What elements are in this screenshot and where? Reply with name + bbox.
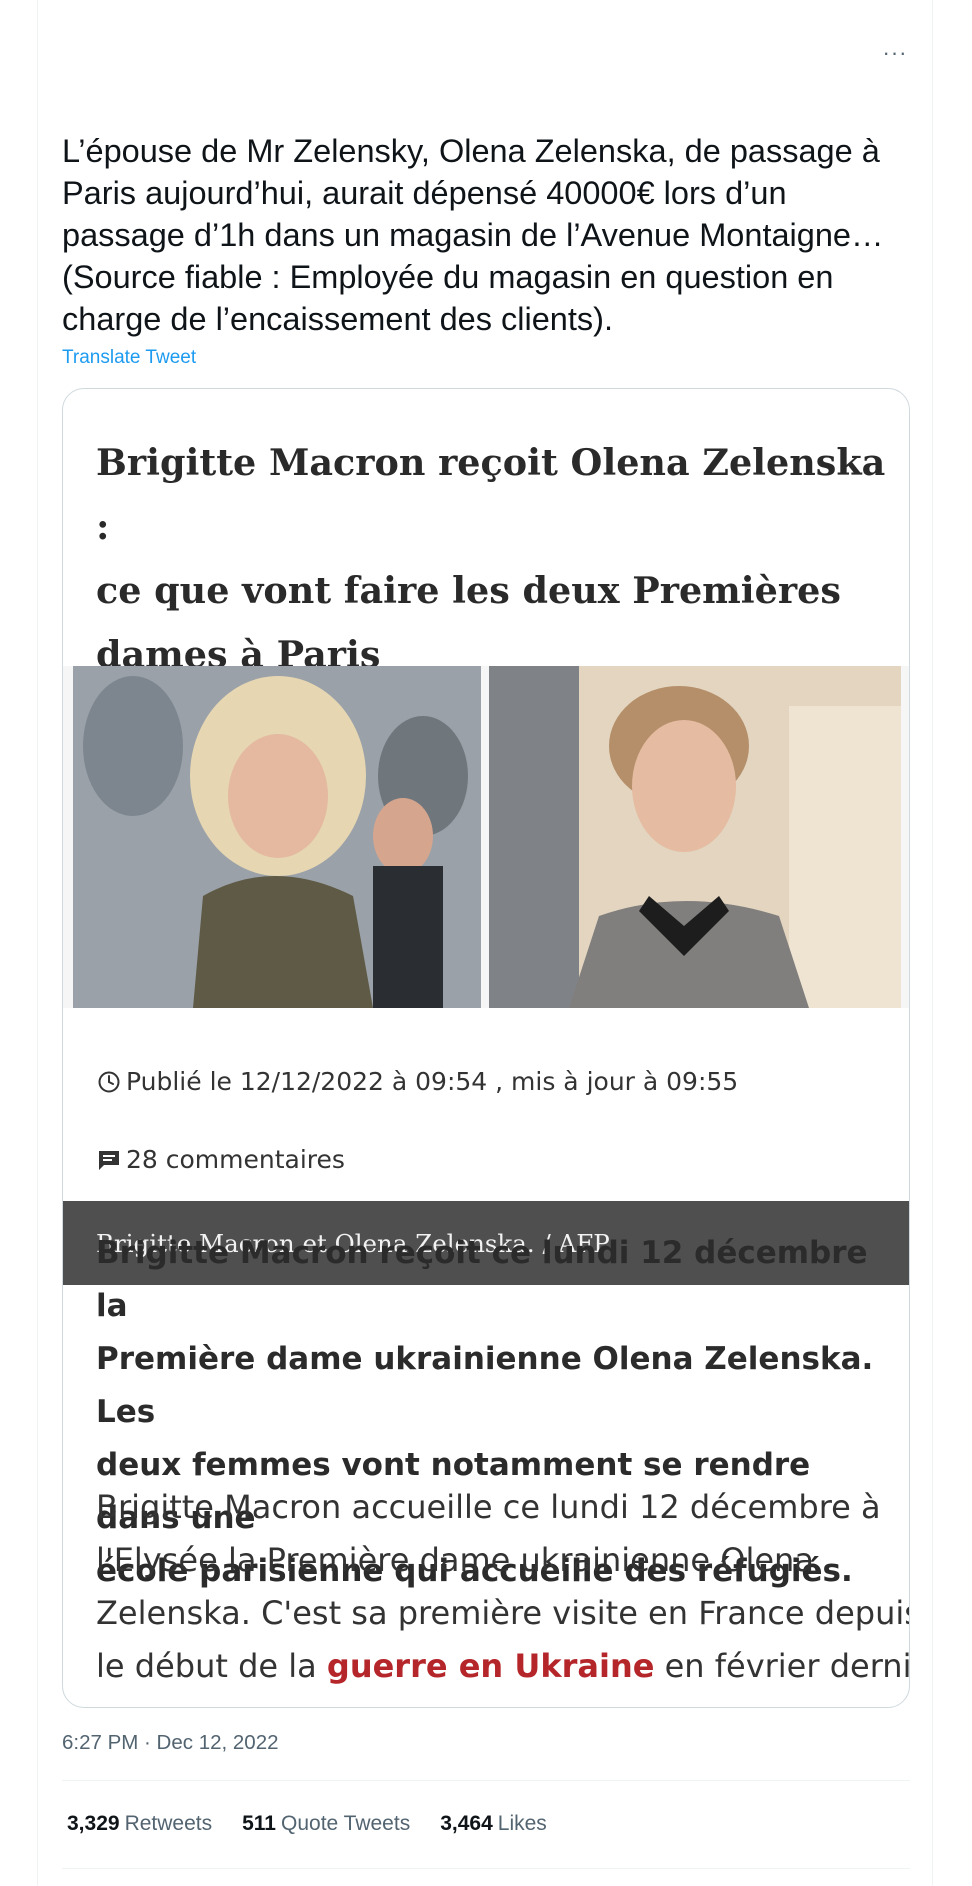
likes-label: Likes [497,1812,547,1835]
comments-info[interactable]: 28 commentaires [96,1145,345,1174]
divider [62,1780,910,1781]
retweets-label: Retweets [124,1812,213,1835]
article-body: Brigitte Macron accueille ce lundi 12 dé… [96,1481,910,1693]
body-line: l'Elysée la Première dame ukrainienne Ol… [96,1541,814,1579]
likes-count: 3,464 [440,1812,493,1835]
quote-tweets-stat[interactable]: 511 Quote Tweets [242,1812,410,1836]
quoted-article-card[interactable]: Brigitte Macron reçoit Olena Zelenska : … [62,388,910,1708]
body-line: Zelenska. C'est sa première visite en Fr… [96,1594,910,1632]
clock-icon [96,1069,122,1095]
body-line: Brigitte Macron accueille ce lundi 12 dé… [96,1488,881,1526]
photo-olena-zelenska [489,666,901,1008]
translate-tweet-link[interactable]: Translate Tweet [62,347,196,369]
publish-date: Publié le 12/12/2022 à 09:54 , mis à jou… [126,1067,739,1096]
body-text-after-link: en février dernier. [664,1647,909,1685]
more-icon[interactable]: ··· [880,38,910,68]
retweets-stat[interactable]: 3,329 Retweets [67,1812,212,1836]
divider [62,1868,910,1869]
article-photo: Brigitte Macron et Olena Zelenska. / AFP [63,666,909,1285]
tweet-page: ··· L’épouse de Mr Zelensky, Olena Zelen… [0,0,972,1886]
likes-stat[interactable]: 3,464 Likes [440,1812,547,1836]
photo-brigitte-macron [73,666,481,1008]
body-text-before-link: le début de la [96,1647,327,1685]
body-line: le début de la guerre en Ukraine en févr… [96,1640,909,1693]
quote-tweets-count: 511 [242,1812,276,1835]
publish-info: Publié le 12/12/2022 à 09:54 , mis à jou… [96,1067,738,1096]
ukraine-war-link[interactable]: guerre en Ukraine [327,1647,655,1685]
tweet-text: L’épouse de Mr Zelensky, Olena Zelenska,… [62,133,884,337]
tweet-timestamp[interactable]: 6:27 PM · Dec 12, 2022 [62,1731,279,1755]
comment-icon [96,1147,122,1173]
comments-count[interactable]: 28 commentaires [126,1145,345,1174]
quote-tweets-label: Quote Tweets [281,1812,411,1835]
retweets-count: 3,329 [67,1812,120,1835]
engagement-stats: 3,329 Retweets 511 Quote Tweets 3,464 Likes [67,1812,577,1836]
article-headline: Brigitte Macron reçoit Olena Zelenska : … [96,441,886,676]
